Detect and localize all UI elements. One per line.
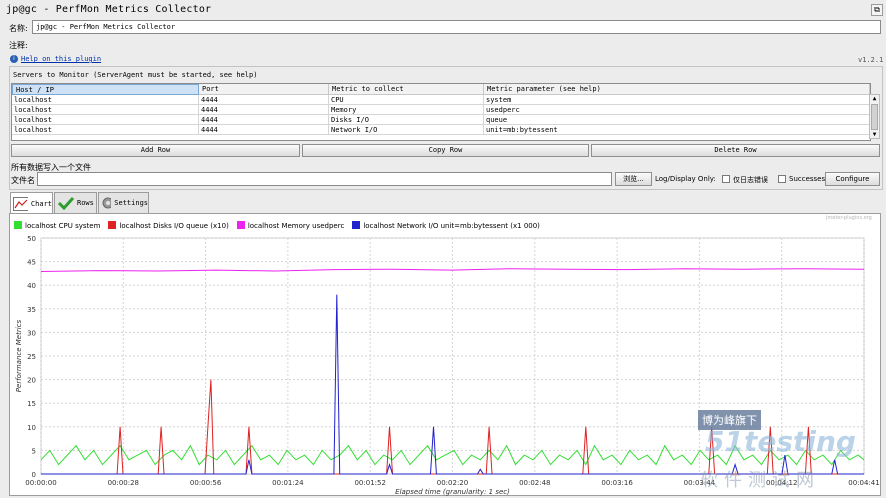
tab-settings[interactable]: Settings (98, 192, 149, 214)
successes-checkbox[interactable] (778, 175, 786, 183)
y-tick-label: 50 (27, 235, 36, 243)
legend-swatch (108, 221, 117, 229)
tab-chart[interactable]: Chart (10, 192, 53, 215)
copy-row-button[interactable]: Copy Row (302, 144, 589, 157)
jmeter-plugins-watermark: jmeter-plugins.org (826, 215, 872, 221)
watermark-text: 软件测试网 (700, 470, 820, 491)
version-label: v1.2.1 (858, 56, 884, 64)
table-cell[interactable]: system (484, 95, 870, 105)
delete-row-button[interactable]: Delete Row (591, 144, 880, 157)
y-tick-label: 45 (27, 259, 36, 267)
watermark-logo: 51testing (705, 425, 856, 458)
legend-label: localhost Memory usedperc (247, 222, 345, 230)
legend-item: localhost Network I/O unit=mb:bytessent … (352, 221, 540, 230)
legend-item: localhost CPU system (14, 221, 100, 230)
x-tick-label: 00:01:52 (354, 479, 385, 487)
legend-swatch (14, 221, 22, 229)
table-cell[interactable]: 4444 (199, 115, 329, 125)
column-header-port[interactable]: Port (199, 84, 329, 95)
y-tick-label: 35 (27, 306, 36, 314)
errors-only-checkbox[interactable] (722, 175, 730, 183)
x-tick-label: 00:03:16 (601, 479, 633, 487)
legend-item: localhost Disks I/O queue (x10) (108, 221, 229, 230)
x-tick-label: 00:02:48 (519, 479, 550, 487)
window-title: jp@gc - PerfMon Metrics Collector (6, 4, 212, 15)
column-header-metric[interactable]: Metric to collect (329, 84, 484, 95)
x-tick-label: 00:00:56 (190, 479, 222, 487)
table-cell[interactable]: queue (484, 115, 870, 125)
name-field[interactable]: jp@gc - PerfMon Metrics Collector (32, 20, 881, 34)
legend-swatch (352, 221, 361, 229)
servers-title: Servers to Monitor (ServerAgent must be … (13, 71, 258, 79)
add-row-button[interactable]: Add Row (11, 144, 300, 157)
x-tick-label: 00:00:28 (108, 479, 139, 487)
table-cell[interactable]: Disks I/O (329, 115, 484, 125)
column-header-host[interactable]: Host / IP (12, 84, 199, 95)
y-tick-label: 15 (27, 400, 36, 408)
y-tick-label: 0 (32, 471, 36, 479)
x-tick-label: 00:04:41 (848, 479, 879, 487)
table-cell[interactable]: 4444 (199, 95, 329, 105)
table-cell[interactable]: Memory (329, 105, 484, 115)
filename-input[interactable] (37, 172, 612, 186)
x-axis-label: Elapsed time (granularity: 1 sec) (395, 488, 510, 496)
table-cell[interactable]: usedperc (484, 105, 870, 115)
help-link[interactable]: Help on this plugin (21, 55, 101, 63)
table-cell[interactable]: localhost (12, 115, 199, 125)
y-tick-label: 5 (32, 447, 36, 455)
table-cell[interactable]: Network I/O (329, 125, 484, 135)
legend-item: localhost Memory usedperc (236, 221, 345, 230)
successes-label: Successes (789, 175, 826, 183)
comment-label: 注释: (9, 41, 28, 50)
name-label: 名称: (9, 24, 28, 33)
legend-swatch (236, 221, 245, 229)
y-tick-label: 40 (27, 282, 36, 290)
scroll-down-icon[interactable]: ▼ (870, 131, 879, 139)
log-display-label: Log/Display Only: (655, 175, 716, 183)
table-cell[interactable]: unit=mb:bytessent (484, 125, 870, 135)
checkmark-icon (57, 196, 75, 210)
configure-button[interactable]: Configure (825, 172, 880, 186)
legend-label: localhost CPU system (25, 222, 101, 230)
column-header-parameter[interactable]: Metric parameter (see help) (484, 84, 870, 95)
table-cell[interactable]: CPU (329, 95, 484, 105)
browse-button[interactable]: 浏览... (615, 172, 652, 186)
gear-icon (102, 197, 112, 209)
y-tick-label: 30 (27, 329, 36, 337)
y-axis-label: Performance Metrics (15, 319, 23, 392)
x-tick-label: 00:01:24 (272, 479, 304, 487)
table-cell[interactable]: localhost (12, 105, 199, 115)
tab-settings-label: Settings (114, 199, 148, 207)
x-tick-label: 00:00:00 (25, 479, 56, 487)
servers-table: Host / IP Port Metric to collect Metric … (11, 83, 871, 141)
x-tick-label: 00:02:20 (437, 479, 468, 487)
chart-icon (13, 197, 28, 211)
legend-label: localhost Network I/O unit=mb:bytessent … (363, 222, 540, 230)
tab-rows-label: Rows (77, 199, 94, 207)
table-cell[interactable]: localhost (12, 95, 199, 105)
table-cell[interactable]: localhost (12, 125, 199, 135)
y-tick-label: 20 (27, 377, 36, 385)
maximize-icon[interactable]: ⧉ (871, 4, 883, 16)
legend-label: localhost Disks I/O queue (x10) (119, 222, 229, 230)
table-cell[interactable]: 4444 (199, 125, 329, 135)
table-cell[interactable]: 4444 (199, 105, 329, 115)
tab-chart-label: Chart (30, 200, 52, 208)
errors-only-label: 仅日志错误 (733, 176, 768, 184)
y-tick-label: 25 (27, 353, 36, 361)
help-icon: i (10, 55, 18, 63)
chart-legend: localhost CPU system localhost Disks I/O… (14, 221, 540, 230)
filename-label: 文件名 (11, 176, 35, 185)
table-scrollbar[interactable]: ▲ ▼ (869, 94, 880, 139)
tab-rows[interactable]: Rows (54, 192, 97, 214)
scroll-up-icon[interactable]: ▲ (870, 95, 879, 103)
scroll-thumb[interactable] (871, 104, 878, 130)
y-tick-label: 10 (27, 424, 36, 432)
